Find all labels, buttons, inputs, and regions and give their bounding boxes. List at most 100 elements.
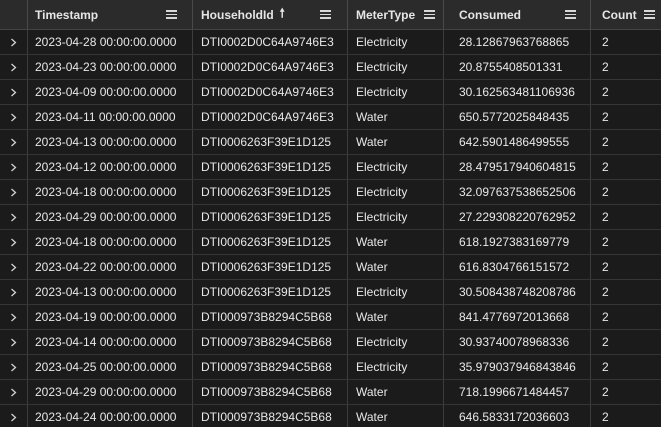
cell-consumed: 618.1927383169779 [459, 235, 570, 249]
chevron-right-icon [9, 38, 18, 47]
chevron-right-icon [9, 288, 18, 297]
cell-count: 2 [602, 335, 609, 349]
chevron-right-icon [9, 188, 18, 197]
hamburger-menu-icon[interactable] [644, 10, 655, 19]
results-grid: Timestamp HouseholdId 🠕 MeterType Consum… [0, 0, 661, 427]
cell-timestamp: 2023-04-09 00:00:00.0000 [35, 85, 177, 99]
cell-consumed: 35.979037946843846 [459, 360, 576, 374]
chevron-right-icon [9, 238, 18, 247]
chevron-right-icon [9, 263, 18, 272]
chevron-right-icon [9, 413, 18, 422]
cell-householdid: DTI000973B8294C5B68 [201, 310, 332, 324]
table-row[interactable]: 2023-04-09 00:00:00.0000 DTI0002D0C64A974… [0, 80, 661, 105]
chevron-right-icon [9, 113, 18, 122]
cell-timestamp: 2023-04-24 00:00:00.0000 [35, 410, 177, 424]
cell-timestamp: 2023-04-14 00:00:00.0000 [35, 335, 177, 349]
hamburger-menu-icon[interactable] [166, 10, 177, 19]
column-label-householdid: HouseholdId [201, 7, 274, 22]
column-label-timestamp: Timestamp [35, 7, 99, 22]
hamburger-menu-icon[interactable] [424, 10, 435, 19]
expand-row-button[interactable] [0, 405, 27, 427]
cell-metertype: Electricity [356, 210, 408, 224]
table-row[interactable]: 2023-04-13 00:00:00.0000 DTI0006263F39E1D… [0, 130, 661, 155]
cell-consumed: 646.5833172036603 [459, 410, 570, 424]
expand-row-button[interactable] [0, 380, 27, 404]
cell-metertype: Electricity [356, 285, 408, 299]
table-row[interactable]: 2023-04-29 00:00:00.0000 DTI0006263F39E1D… [0, 205, 661, 230]
table-row[interactable]: 2023-04-11 00:00:00.0000 DTI0002D0C64A974… [0, 105, 661, 130]
cell-consumed: 28.479517940604815 [459, 160, 576, 174]
cell-householdid: DTI0006263F39E1D125 [201, 185, 332, 199]
table-row[interactable]: 2023-04-22 00:00:00.0000 DTI0006263F39E1D… [0, 255, 661, 280]
expand-row-button[interactable] [0, 30, 27, 54]
cell-count: 2 [602, 360, 609, 374]
expand-row-button[interactable] [0, 280, 27, 304]
cell-metertype: Electricity [356, 160, 408, 174]
grid-header: Timestamp HouseholdId 🠕 MeterType Consum… [0, 0, 661, 30]
table-row[interactable]: 2023-04-29 00:00:00.0000 DTI000973B8294C5… [0, 380, 661, 405]
cell-timestamp: 2023-04-11 00:00:00.0000 [35, 110, 176, 124]
chevron-right-icon [9, 388, 18, 397]
cell-timestamp: 2023-04-13 00:00:00.0000 [35, 285, 177, 299]
cell-consumed: 616.8304766151572 [459, 260, 570, 274]
cell-count: 2 [602, 285, 609, 299]
chevron-right-icon [9, 363, 18, 372]
cell-householdid: DTI0002D0C64A9746E3 [201, 35, 334, 49]
table-row[interactable]: 2023-04-13 00:00:00.0000 DTI0006263F39E1D… [0, 280, 661, 305]
cell-metertype: Water [356, 135, 388, 149]
table-row[interactable]: 2023-04-12 00:00:00.0000 DTI0006263F39E1D… [0, 155, 661, 180]
cell-householdid: DTI0006263F39E1D125 [201, 285, 332, 299]
chevron-right-icon [9, 138, 18, 147]
expand-row-button[interactable] [0, 155, 27, 179]
expand-row-button[interactable] [0, 205, 27, 229]
table-row[interactable]: 2023-04-25 00:00:00.0000 DTI000973B8294C5… [0, 355, 661, 380]
table-row[interactable]: 2023-04-19 00:00:00.0000 DTI000973B8294C5… [0, 305, 661, 330]
expand-row-button[interactable] [0, 330, 27, 354]
expand-row-button[interactable] [0, 255, 27, 279]
expand-row-button[interactable] [0, 230, 27, 254]
cell-metertype: Electricity [356, 85, 408, 99]
cell-count: 2 [602, 385, 609, 399]
table-row[interactable]: 2023-04-23 00:00:00.0000 DTI0002D0C64A974… [0, 55, 661, 80]
cell-householdid: DTI0006263F39E1D125 [201, 135, 332, 149]
cell-householdid: DTI0006263F39E1D125 [201, 235, 332, 249]
table-row[interactable]: 2023-04-24 00:00:00.0000 DTI000973B8294C5… [0, 405, 661, 427]
cell-consumed: 642.5901486499555 [459, 135, 570, 149]
table-row[interactable]: 2023-04-28 00:00:00.0000 DTI0002D0C64A974… [0, 30, 661, 55]
cell-count: 2 [602, 410, 609, 424]
header-expand-column [0, 0, 27, 29]
cell-count: 2 [602, 260, 609, 274]
expand-row-button[interactable] [0, 305, 27, 329]
cell-count: 2 [602, 210, 609, 224]
chevron-right-icon [9, 338, 18, 347]
cell-timestamp: 2023-04-13 00:00:00.0000 [35, 135, 177, 149]
expand-row-button[interactable] [0, 105, 27, 129]
cell-consumed: 30.162563481106936 [459, 85, 575, 99]
cell-householdid: DTI0002D0C64A9746E3 [201, 60, 334, 74]
expand-row-button[interactable] [0, 130, 27, 154]
table-row[interactable]: 2023-04-14 00:00:00.0000 DTI000973B8294C5… [0, 330, 661, 355]
hamburger-menu-icon[interactable] [565, 10, 576, 19]
cell-consumed: 650.5772025848435 [459, 110, 570, 124]
table-row[interactable]: 2023-04-18 00:00:00.0000 DTI0006263F39E1D… [0, 230, 661, 255]
cell-count: 2 [602, 160, 609, 174]
cell-consumed: 30.508438748208786 [459, 285, 576, 299]
cell-metertype: Electricity [356, 185, 408, 199]
chevron-right-icon [9, 163, 18, 172]
cell-timestamp: 2023-04-28 00:00:00.0000 [35, 35, 177, 49]
cell-metertype: Electricity [356, 360, 408, 374]
table-row[interactable]: 2023-04-18 00:00:00.0000 DTI0006263F39E1D… [0, 180, 661, 205]
column-label-metertype: MeterType [356, 7, 416, 22]
cell-householdid: DTI0006263F39E1D125 [201, 160, 332, 174]
expand-row-button[interactable] [0, 180, 27, 204]
cell-consumed: 32.097637538652506 [459, 185, 576, 199]
cell-metertype: Electricity [356, 35, 408, 49]
expand-row-button[interactable] [0, 55, 27, 79]
cell-householdid: DTI000973B8294C5B68 [201, 385, 332, 399]
cell-metertype: Water [356, 260, 388, 274]
column-label-consumed: Consumed [459, 7, 522, 22]
expand-row-button[interactable] [0, 355, 27, 379]
expand-row-button[interactable] [0, 80, 27, 104]
cell-timestamp: 2023-04-29 00:00:00.0000 [35, 385, 177, 399]
hamburger-menu-icon[interactable] [320, 10, 331, 19]
